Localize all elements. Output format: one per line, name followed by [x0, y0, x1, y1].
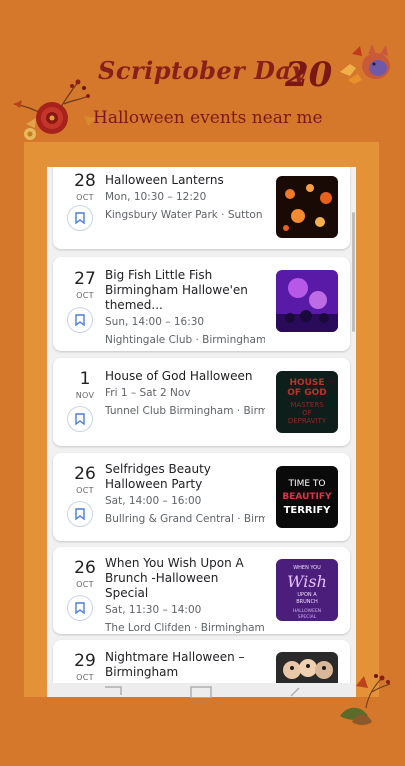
event-info: House of God Halloween Fri 1 – Sat 2 Nov… [105, 369, 265, 418]
thumb-text: DEPRAVITY [288, 417, 327, 425]
event-day: 27 [74, 269, 96, 289]
event-place: Nightingale Club · Birmingham [105, 334, 265, 346]
thumb-text: UPON A [297, 592, 317, 598]
header-day-number: 20 [285, 55, 333, 95]
bookmark-icon [75, 314, 85, 326]
event-place: The Lord Clifden · Birmingham [105, 622, 265, 634]
event-month: OCT [76, 673, 94, 682]
thumb-text: HALLOWEEN [293, 608, 321, 614]
event-title: Selfridges Beauty Halloween Party [105, 462, 211, 491]
autumn-leaves-decoration [340, 674, 391, 725]
thumb-text: BEAUTIFY [282, 492, 332, 502]
event-card[interactable]: 28 OCT Halloween Lanterns Mon, 10:30 – 1… [53, 167, 350, 249]
event-month: NOV [75, 391, 95, 400]
thumb-text: BRUNCH [296, 599, 318, 605]
event-thumbnail [276, 176, 338, 238]
event-info: Selfridges Beauty Halloween Party Sat, 1… [105, 462, 265, 526]
event-info: Halloween Lanterns Mon, 10:30 – 12:20 Ki… [105, 173, 265, 222]
scrollbar[interactable] [352, 212, 355, 332]
event-date: 26 OCT [65, 558, 105, 589]
bookmark-button[interactable] [67, 406, 93, 432]
autumn-flowers-decoration [13, 79, 96, 140]
bookmark-icon [75, 602, 85, 614]
fox-leaves-decoration [340, 44, 390, 84]
event-time: Sun, 14:00 – 16:30 [105, 316, 205, 328]
thumb-text: Wish [287, 572, 327, 591]
event-time: Mon, 10:30 – 12:20 [105, 191, 207, 203]
event-thumbnail [276, 270, 338, 332]
bookmark-button[interactable] [67, 205, 93, 231]
event-time: Sat, 11:30 – 14:00 [105, 604, 202, 616]
bookmark-button[interactable] [67, 307, 93, 333]
bookmark-icon [75, 508, 85, 520]
header-title: Scriptober Day [98, 56, 306, 85]
back-icon [290, 687, 300, 697]
bookmark-button[interactable] [67, 501, 93, 527]
bookmark-icon [75, 212, 85, 224]
event-day: 28 [74, 171, 96, 191]
event-card[interactable]: 26 OCT Selfridges Beauty Halloween Party… [53, 453, 350, 541]
thumb-text: SPECIAL [298, 614, 317, 620]
event-card[interactable]: 26 OCT When You Wish Upon A Brunch -Hall… [53, 547, 350, 634]
event-place: Kingsbury Water Park · Sutton C... [105, 209, 265, 221]
event-thumbnail: WHEN YOU Wish UPON A BRUNCH HALLOWEEN SP… [276, 559, 338, 621]
event-title: Halloween Lanterns [105, 173, 224, 187]
event-time: Sat, 14:00 – 16:00 [105, 495, 202, 507]
bookmark-button[interactable] [67, 595, 93, 621]
event-info: Nightmare Halloween – Birmingham [105, 650, 265, 680]
thumb-text: MASTERS [290, 401, 324, 409]
event-day: 26 [74, 464, 96, 484]
event-day: 1 [79, 369, 91, 389]
home-icon [190, 686, 212, 699]
event-place: Tunnel Club Birmingham · Birmi... [105, 405, 265, 417]
event-title: Big Fish Little Fish Birmingham Hallowe'… [105, 268, 248, 312]
thumb-text: OF [302, 409, 312, 417]
event-title: House of God Halloween [105, 369, 253, 383]
event-date: 1 NOV [65, 369, 105, 400]
event-thumbnail: HOUSE OF GOD MASTERS OF DEPRAVITY [276, 371, 338, 433]
event-thumbnail: TIME TO BEAUTIFY TERRIFY [276, 466, 338, 528]
event-date: 28 OCT [65, 171, 105, 202]
thumb-text: TERRIFY [284, 505, 332, 516]
thumb-text: HOUSE [289, 378, 324, 388]
event-month: OCT [76, 580, 94, 589]
event-date: 29 OCT [65, 651, 105, 682]
event-month: OCT [76, 291, 94, 300]
event-card[interactable]: 27 OCT Big Fish Little Fish Birmingham H… [53, 257, 350, 351]
event-card[interactable]: 1 NOV House of God Halloween Fri 1 – Sat… [53, 358, 350, 446]
thumb-text: OF GOD [287, 388, 326, 398]
event-place: Bullring & Grand Central · Birmin... [105, 513, 265, 525]
event-day: 29 [74, 651, 96, 671]
system-nav-bar [47, 683, 356, 699]
event-title: Nightmare Halloween – Birmingham [105, 650, 245, 679]
event-info: When You Wish Upon A Brunch -Halloween S… [105, 556, 265, 634]
event-info: Big Fish Little Fish Birmingham Hallowe'… [105, 268, 265, 347]
event-date: 26 OCT [65, 464, 105, 495]
thumb-text: TIME TO [287, 479, 325, 489]
event-month: OCT [76, 193, 94, 202]
event-date: 27 OCT [65, 269, 105, 300]
thumb-text: WHEN YOU [293, 565, 321, 571]
event-month: OCT [76, 486, 94, 495]
recent-apps-icon [105, 686, 122, 695]
header-subtitle: Halloween events near me [93, 108, 323, 128]
event-time: Fri 1 – Sat 2 Nov [105, 387, 191, 399]
bookmark-icon [75, 413, 85, 425]
event-day: 26 [74, 558, 96, 578]
event-title: When You Wish Upon A Brunch -Halloween S… [105, 556, 244, 600]
events-list-screen: 28 OCT Halloween Lanterns Mon, 10:30 – 1… [47, 167, 356, 697]
